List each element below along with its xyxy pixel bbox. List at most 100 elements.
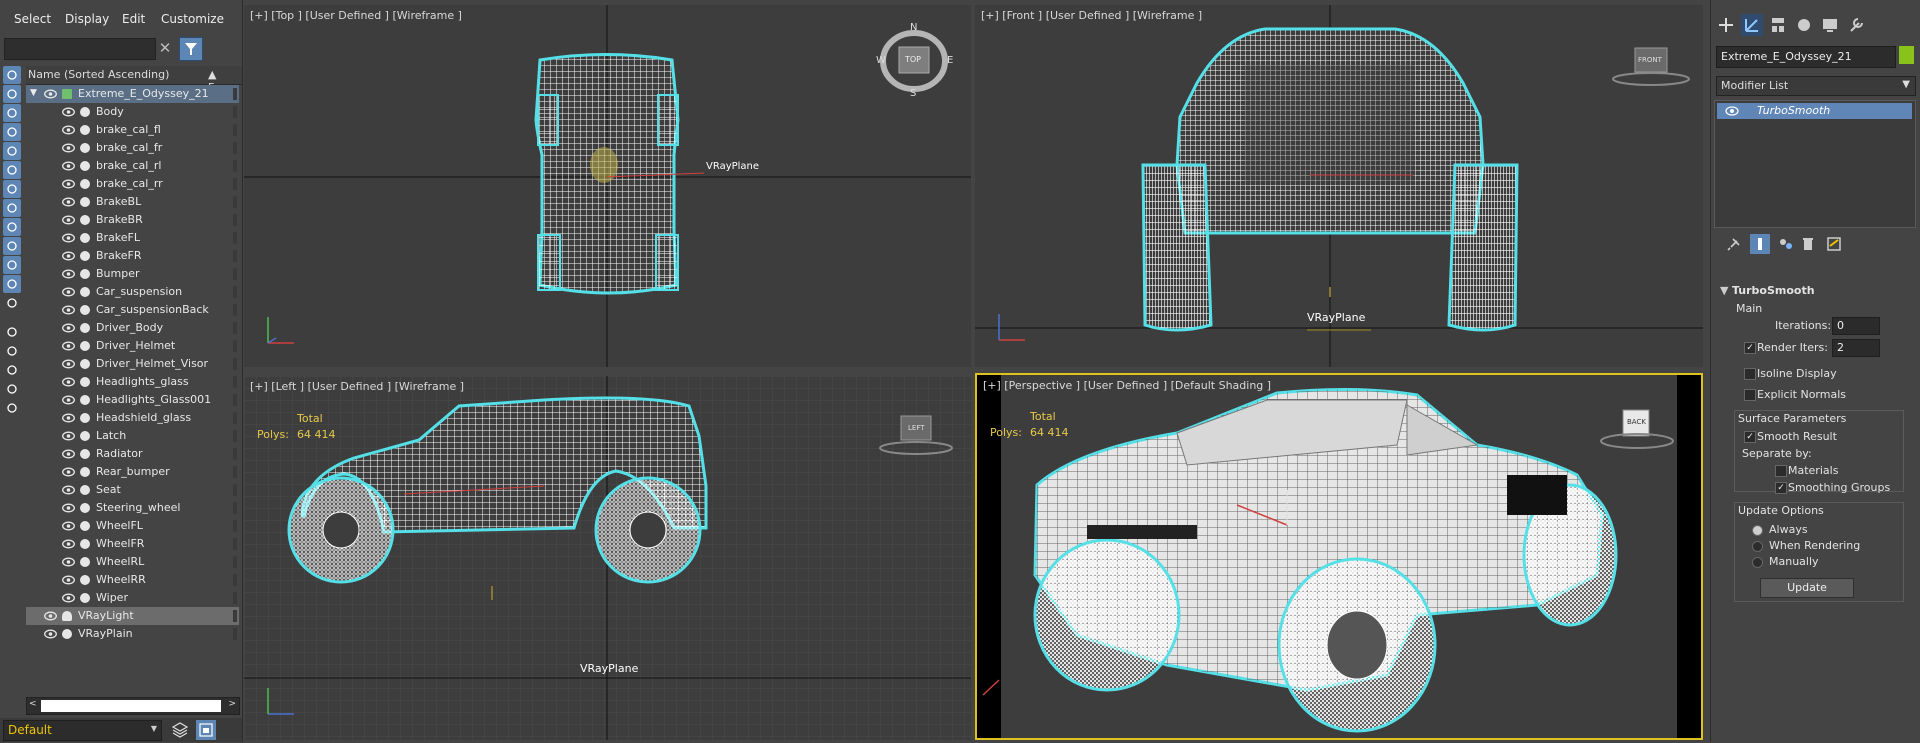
tree-item[interactable]: BrakeFR [26,247,239,265]
freeze-cell[interactable] [233,88,237,100]
viewport-top[interactable]: [+] [Top ] [User Defined ] [Wireframe ] … [244,5,971,367]
freeze-cell[interactable] [233,178,237,190]
visibility-eye-icon[interactable] [62,467,75,477]
display-none-icon[interactable] [3,323,21,341]
smoothing-groups-checkbox[interactable]: ✓ [1775,482,1787,494]
tree-item[interactable]: Body [26,103,239,121]
create-tab-icon[interactable] [1715,14,1737,36]
persp-viewcube[interactable]: BACK [1627,418,1646,426]
freeze-cell[interactable] [233,520,237,532]
visibility-eye-icon[interactable] [62,503,75,513]
freeze-cell[interactable] [233,286,237,298]
menu-customize[interactable]: Customize [161,12,224,26]
display-all-icon[interactable] [3,294,21,312]
freeze-cell[interactable] [233,394,237,406]
scroll-right-icon[interactable]: > [228,699,236,709]
tree-item[interactable]: VRayLight [26,607,239,625]
visibility-eye-icon[interactable] [62,323,75,333]
sort-scene-icon[interactable] [196,720,216,740]
filter-funnel-2-icon[interactable] [3,380,21,398]
visibility-eye-icon[interactable] [62,557,75,567]
iterations-spinner[interactable]: 0 [1832,317,1880,335]
hidden-filter-icon[interactable] [3,275,21,293]
cameras-filter-icon[interactable] [3,123,21,141]
when-rendering-radio[interactable] [1752,541,1763,552]
tree-item[interactable]: WheelFR [26,535,239,553]
visibility-eye-icon[interactable] [44,629,57,639]
tree-item[interactable]: Headshield_glass [26,409,239,427]
tree-item[interactable]: WheelRL [26,553,239,571]
layers-icon[interactable] [170,720,190,740]
update-button[interactable]: Update [1760,578,1854,598]
remove-modifier-icon[interactable] [1798,234,1818,254]
tree-item[interactable]: Driver_Helmet_Visor [26,355,239,373]
tree-item[interactable]: Car_suspensionBack [26,301,239,319]
freeze-cell[interactable] [233,214,237,226]
freeze-cell[interactable] [233,448,237,460]
explicit-normals-checkbox[interactable] [1744,389,1756,401]
scroll-left-icon[interactable]: < [29,699,37,709]
modifier-list-dropdown[interactable]: Modifier List ▼ [1716,76,1916,96]
freeze-cell[interactable] [233,304,237,316]
visibility-eye-icon[interactable] [62,449,75,459]
visibility-eye-icon[interactable] [62,161,75,171]
perspective-viewport-label[interactable]: [+] [Perspective ] [User Defined ] [Defa… [983,379,1271,392]
visibility-eye-icon[interactable] [62,377,75,387]
object-color-swatch[interactable] [1899,46,1914,64]
visibility-eye-icon[interactable] [62,269,75,279]
visibility-eye-icon[interactable] [62,359,75,369]
menu-display[interactable]: Display [65,12,109,26]
explorer-search-input[interactable] [4,38,156,60]
explorer-horizontal-scrollbar[interactable]: < > [26,697,240,715]
tree-item[interactable]: brake_cal_rl [26,157,239,175]
modifier-stack-item[interactable]: TurboSmooth [1717,103,1912,119]
filter-funnel-icon[interactable] [3,361,21,379]
freeze-cell[interactable] [233,412,237,424]
visibility-eye-icon[interactable] [44,89,57,99]
visibility-eye-icon[interactable] [62,251,75,261]
helpers-filter-icon[interactable] [3,142,21,160]
manually-radio[interactable] [1752,557,1763,568]
clear-search-icon[interactable]: ✕ [156,38,174,58]
explorer-column-header[interactable]: Name (Sorted Ascending) ▲ Froze [26,66,242,94]
visibility-eye-icon[interactable] [62,107,75,117]
freeze-cell[interactable] [233,268,237,280]
menu-select[interactable]: Select [14,12,51,26]
freeze-cell[interactable] [233,250,237,262]
frozen-filter-icon[interactable] [3,256,21,274]
modify-tab-icon[interactable] [1741,14,1763,36]
visibility-eye-icon[interactable] [62,143,75,153]
front-viewport-label[interactable]: [+] [Front ] [User Defined ] [Wireframe … [981,9,1202,22]
options-icon[interactable] [3,399,21,417]
visibility-eye-icon[interactable] [62,287,75,297]
show-end-result-icon[interactable] [1750,234,1770,254]
eye-icon[interactable] [1725,106,1739,116]
isoline-checkbox[interactable] [1744,368,1756,380]
invert-display-icon[interactable] [3,342,21,360]
top-viewcube[interactable]: TOP [905,55,921,64]
freeze-cell[interactable] [233,196,237,208]
geometry-filter-icon[interactable] [3,66,21,84]
freeze-cell[interactable] [233,538,237,550]
collapse-icon[interactable]: ▼ [1720,284,1728,297]
freeze-cell[interactable] [233,322,237,334]
visibility-eye-icon[interactable] [62,395,75,405]
containers-filter-icon[interactable] [3,237,21,255]
tree-item[interactable]: Steering_wheel [26,499,239,517]
visibility-eye-icon[interactable] [62,125,75,135]
top-viewport-label[interactable]: [+] [Top ] [User Defined ] [Wireframe ] [250,9,462,22]
tree-item[interactable]: BrakeFL [26,229,239,247]
visibility-eye-icon[interactable] [62,593,75,603]
freeze-cell[interactable] [233,592,237,604]
tree-item[interactable]: brake_cal_rr [26,175,239,193]
freeze-cell[interactable] [233,376,237,388]
display-tab-icon[interactable] [1819,14,1841,36]
freeze-cell[interactable] [233,430,237,442]
name-column-header[interactable]: Name (Sorted Ascending) [28,68,169,81]
visibility-eye-icon[interactable] [62,305,75,315]
utilities-tab-icon[interactable] [1845,14,1867,36]
viewport-left[interactable]: [+] [Left ] [User Defined ] [Wireframe ]… [244,376,971,740]
tree-item[interactable]: brake_cal_fr [26,139,239,157]
tree-item[interactable]: VRayPlain [26,625,239,643]
viewport-perspective[interactable]: [+] [Perspective ] [User Defined ] [Defa… [975,373,1703,740]
